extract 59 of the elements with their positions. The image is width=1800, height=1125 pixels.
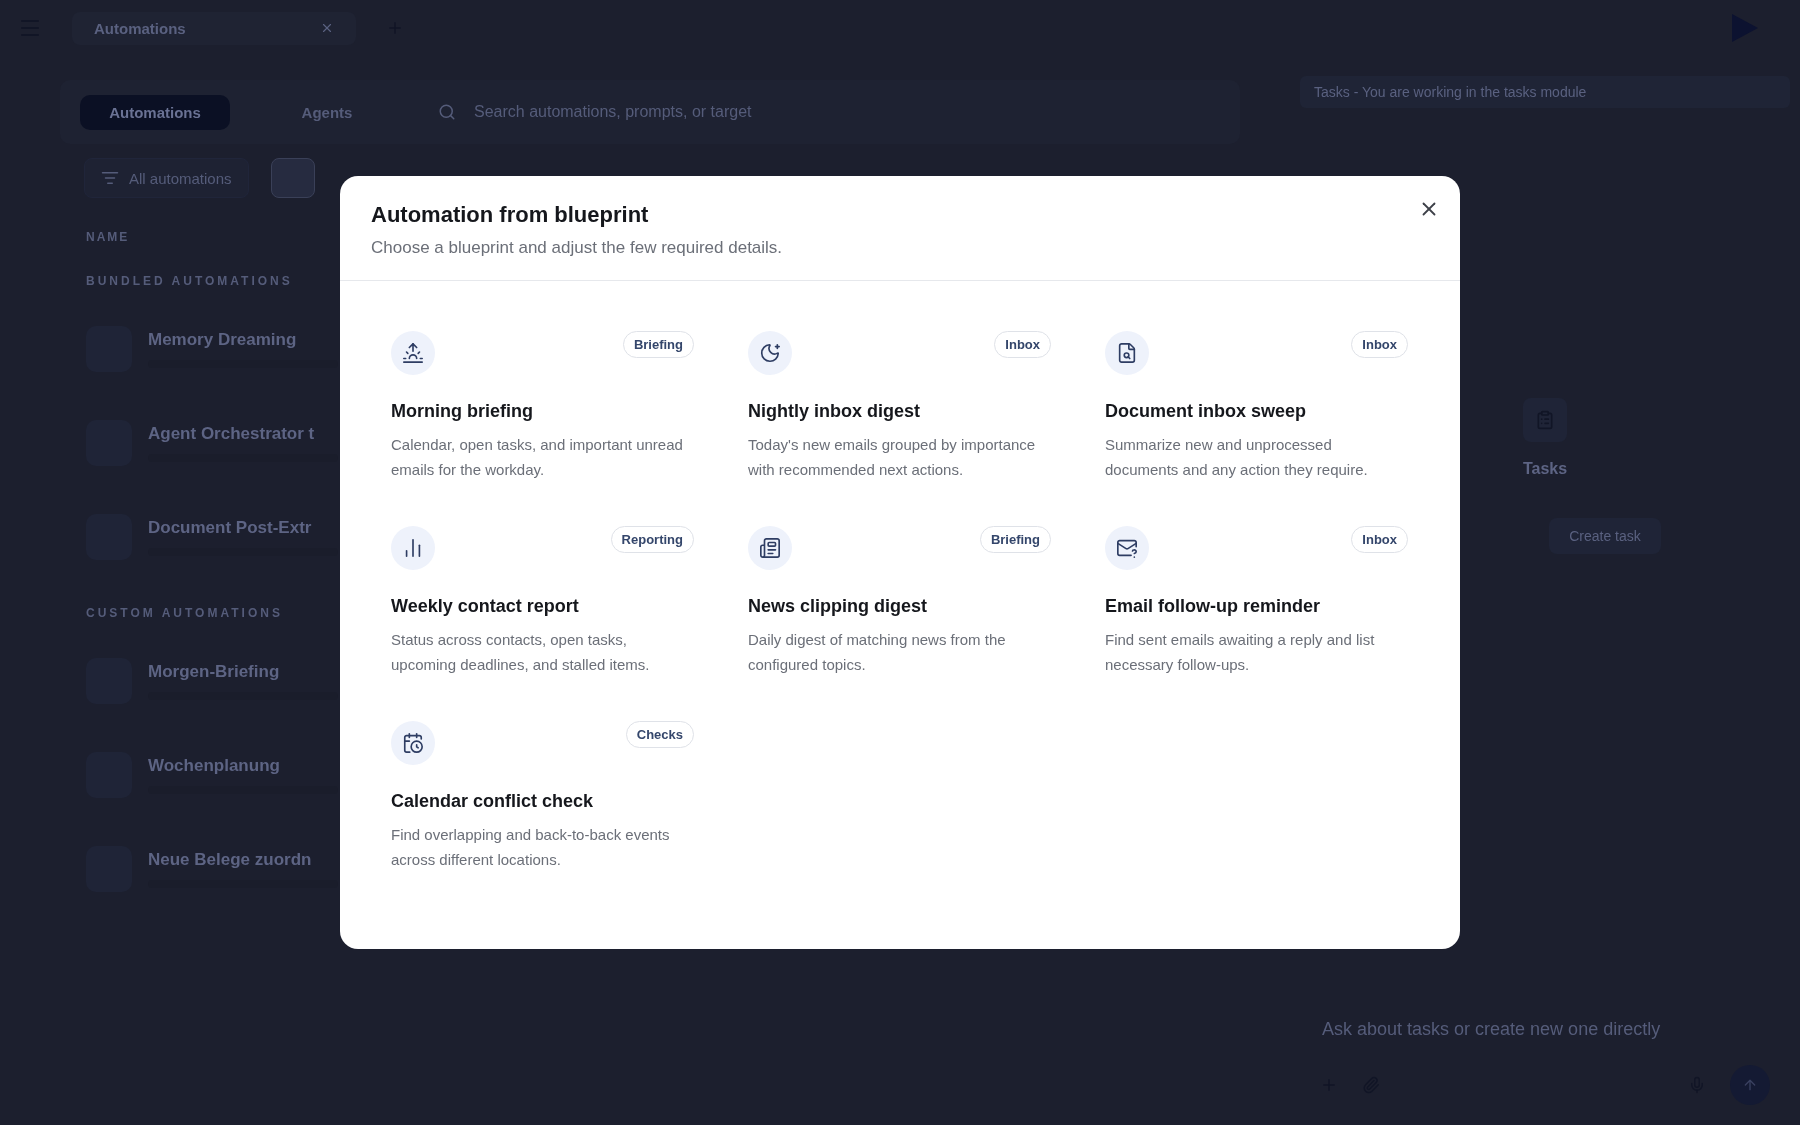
filter-icon — [101, 169, 119, 187]
blueprint-description: Summarize new and unprocessed documents and any action they require. — [1105, 435, 1369, 480]
view-button[interactable] — [270, 158, 315, 198]
blueprint-card[interactable]: Checks Calendar conflict check Find overlapping and back-to-back events across different locations. — [391, 721, 694, 872]
category-tag: Inbox — [1351, 526, 1408, 553]
blueprint-title: News clipping digest — [748, 596, 929, 617]
bar-chart-icon — [391, 526, 435, 570]
dialog-title: Automation from blueprint — [371, 202, 650, 228]
category-tag: Reporting — [610, 526, 694, 553]
search-field[interactable]: Search automations, prompts, or target — [472, 102, 1206, 122]
category-tag: Inbox — [994, 331, 1051, 358]
create-task-button[interactable]: Create task — [1549, 518, 1661, 554]
blueprint-title: Weekly contact report — [391, 596, 580, 617]
automation-title[interactable]: Morgen-Briefing — [148, 662, 338, 682]
automation-title[interactable]: Memory Dreaming — [148, 330, 338, 350]
category-tag: Briefing — [622, 331, 694, 358]
blueprint-description: Find overlapping and back-to-back events across different locations. — [391, 825, 671, 870]
blueprint-title: Document inbox sweep — [1105, 401, 1308, 422]
app-tab[interactable]: Automations — [72, 11, 356, 45]
sunrise-icon — [391, 331, 435, 375]
search-icon — [438, 103, 456, 121]
blueprint-description: Daily digest of matching news from the configured topics. — [748, 630, 1007, 675]
category-tag: Inbox — [1351, 331, 1408, 358]
dialog-subtitle: Choose a blueprint and adjust the few required details. — [371, 238, 784, 258]
blueprint-card[interactable]: Briefing Morning briefing Calendar, open tasks, and important unread emails for the workday. — [391, 331, 694, 482]
blueprint-description: Status across contacts, open tasks, upcoming deadlines, and stalled items. — [391, 630, 651, 675]
automation-title[interactable]: Neue Belege zuordn — [148, 850, 338, 870]
blueprint-description: Calendar, open tasks, and important unread emails for the workday. — [391, 435, 684, 480]
blueprint-card[interactable]: Inbox Document inbox sweep Summarize new and unprocessed documents and any action they require. — [1105, 331, 1408, 482]
close-icon[interactable] — [320, 21, 334, 35]
blueprint-card[interactable]: Briefing News clipping digest Daily digest of matching news from the configured topics. — [748, 526, 1051, 677]
blueprint-card[interactable]: Inbox Email follow-up reminder Find sent emails awaiting a reply and list necessary follow-ups. — [1105, 526, 1408, 677]
mode-tab[interactable]: Automations — [80, 94, 230, 130]
automation-title[interactable]: Wochenplanung — [148, 756, 338, 776]
column-header: NAME — [86, 230, 130, 244]
send-button[interactable] — [1730, 1065, 1770, 1105]
blueprint-description: Find sent emails awaiting a reply and list necessary follow-ups. — [1105, 630, 1376, 675]
category-tag: Briefing — [979, 526, 1051, 553]
empty-state-title: Tasks — [1522, 460, 1568, 478]
chat-input[interactable]: Ask about tasks or create new one directly — [1320, 1018, 1770, 1041]
filter-dropdown[interactable]: All automations — [84, 158, 249, 198]
calendar-clock-icon — [391, 721, 435, 765]
newspaper-icon — [748, 526, 792, 570]
section-title: BUNDLED AUTOMATIONS — [86, 274, 293, 288]
blueprint-description: Today's new emails grouped by importance with recommended next actions. — [748, 435, 1037, 480]
category-tag: Checks — [625, 721, 694, 748]
section-title: CUSTOM AUTOMATIONS — [86, 606, 283, 620]
blueprint-card[interactable]: Inbox Nightly inbox digest Today's new emails grouped by importance with recommended next actions. — [748, 331, 1051, 482]
blueprint-title: Calendar conflict check — [391, 791, 595, 812]
mail-question-icon — [1105, 526, 1149, 570]
blueprint-title: Nightly inbox digest — [748, 401, 921, 422]
automation-title[interactable]: Agent Orchestrator t — [148, 424, 338, 444]
document-search-icon — [1105, 331, 1149, 375]
blueprint-card[interactable]: Reporting Weekly contact report Status across contacts, open tasks, upcoming deadlines, and stalled items. — [391, 526, 694, 677]
info-banner: Tasks - You are working in the tasks module — [1300, 76, 1790, 108]
automation-title[interactable]: Document Post-Extr — [148, 518, 338, 538]
blueprint-title: Email follow-up reminder — [1105, 596, 1322, 617]
mode-tab[interactable]: Agents — [252, 94, 402, 130]
blueprint-title: Morning briefing — [391, 401, 534, 422]
